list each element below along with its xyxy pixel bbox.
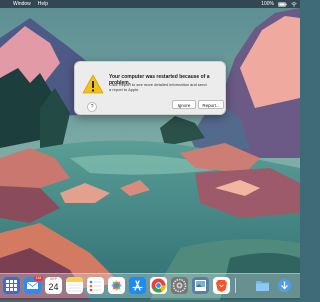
system-preferences-icon[interactable] (171, 277, 188, 294)
reminders-icon[interactable] (87, 277, 104, 294)
calendar-day: 24 (48, 282, 59, 292)
warning-icon (82, 74, 104, 94)
wifi-icon[interactable] (291, 1, 297, 7)
mail-badge: 164 (34, 276, 43, 281)
restart-alert-dialog: Your computer was restarted because of a… (74, 61, 226, 115)
menu-help[interactable]: Help (38, 0, 48, 8)
notes-icon[interactable] (66, 277, 83, 294)
battery-percent[interactable]: 100% (261, 0, 274, 8)
battery-icon[interactable] (278, 1, 287, 7)
dock-separator (235, 278, 236, 293)
preview-icon[interactable] (192, 277, 209, 294)
mail-icon[interactable]: 164 (24, 276, 43, 294)
launchpad-icon[interactable] (3, 277, 20, 294)
dialog-message: Click Report to see more detailed inform… (109, 82, 207, 92)
ignore-button[interactable]: Ignore (172, 100, 196, 109)
apple-menu-icon[interactable] (0, 0, 6, 8)
downloads-icon[interactable] (276, 277, 293, 294)
dock: 164 SEP 24 (0, 273, 300, 298)
help-button[interactable]: ? (87, 102, 97, 112)
calendar-icon[interactable]: SEP 24 (45, 277, 62, 294)
folder-icon[interactable] (254, 277, 271, 294)
photos-icon[interactable] (108, 277, 125, 294)
app-store-icon[interactable] (129, 277, 146, 294)
brave-icon[interactable] (213, 277, 230, 294)
desktop-wallpaper (0, 8, 300, 300)
chrome-icon[interactable] (150, 277, 167, 294)
report-button[interactable]: Report... (198, 100, 224, 109)
menu-bar: Window Help 100% (0, 0, 300, 8)
menu-window[interactable]: Window (13, 0, 31, 8)
